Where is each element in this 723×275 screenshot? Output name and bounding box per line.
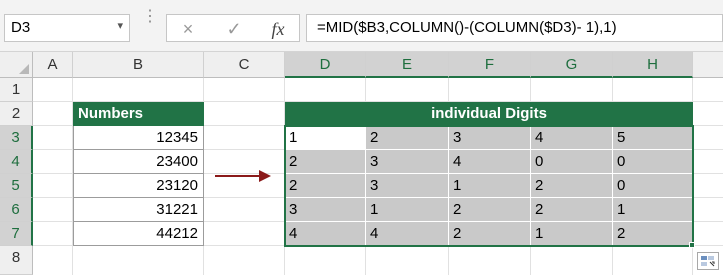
column-header-overflow bbox=[693, 52, 723, 78]
row-header-7[interactable]: 7 bbox=[0, 222, 33, 246]
select-all-corner[interactable] bbox=[0, 52, 33, 78]
column-header-g[interactable]: G bbox=[531, 52, 613, 78]
row-header-1[interactable]: 1 bbox=[0, 78, 33, 102]
chevron-down-icon[interactable]: ▾ bbox=[117, 19, 123, 32]
selection-range bbox=[284, 125, 694, 247]
insert-function-icon[interactable]: fx bbox=[261, 17, 295, 41]
number-cell[interactable]: 12345 bbox=[73, 126, 204, 150]
column-header-c[interactable]: C bbox=[204, 52, 285, 78]
arrow-right-icon bbox=[215, 170, 271, 182]
column-header-e[interactable]: E bbox=[366, 52, 449, 78]
row-header-4[interactable]: 4 bbox=[0, 150, 33, 174]
formula-buttons: × ✓ fx bbox=[166, 14, 300, 42]
name-box-value: D3 bbox=[11, 19, 31, 36]
column-header-d[interactable]: D bbox=[285, 52, 366, 78]
number-cell[interactable]: 23400 bbox=[73, 150, 204, 174]
cancel-icon[interactable]: × bbox=[171, 17, 205, 41]
fill-handle[interactable] bbox=[689, 242, 695, 248]
column-header-h[interactable]: H bbox=[613, 52, 693, 78]
row-header-8[interactable]: 8 bbox=[0, 246, 33, 275]
quick-analysis-icon bbox=[701, 256, 715, 267]
column-header-f[interactable]: F bbox=[449, 52, 531, 78]
row-header-5[interactable]: 5 bbox=[0, 174, 33, 198]
name-box[interactable]: D3 ▾ bbox=[4, 14, 130, 42]
number-cell[interactable]: 44212 bbox=[73, 222, 204, 246]
numbers-header[interactable]: Numbers bbox=[73, 102, 204, 126]
row-header-3[interactable]: 3 bbox=[0, 126, 33, 150]
number-cell[interactable]: 23120 bbox=[73, 174, 204, 198]
row-header-6[interactable]: 6 bbox=[0, 198, 33, 222]
formula-bar-grip-icon[interactable]: ⋮ bbox=[142, 9, 158, 25]
quick-analysis-button[interactable] bbox=[697, 252, 719, 270]
row-header-2[interactable]: 2 bbox=[0, 102, 33, 126]
formula-input[interactable]: =MID($B3,COLUMN()-(COLUMN($D3)- 1),1) bbox=[306, 14, 723, 42]
column-header-b[interactable]: B bbox=[73, 52, 204, 78]
enter-check-icon[interactable]: ✓ bbox=[217, 17, 251, 41]
number-cell[interactable]: 31221 bbox=[73, 198, 204, 222]
digits-header[interactable]: individual Digits bbox=[285, 102, 693, 126]
column-header-a[interactable]: A bbox=[33, 52, 73, 78]
